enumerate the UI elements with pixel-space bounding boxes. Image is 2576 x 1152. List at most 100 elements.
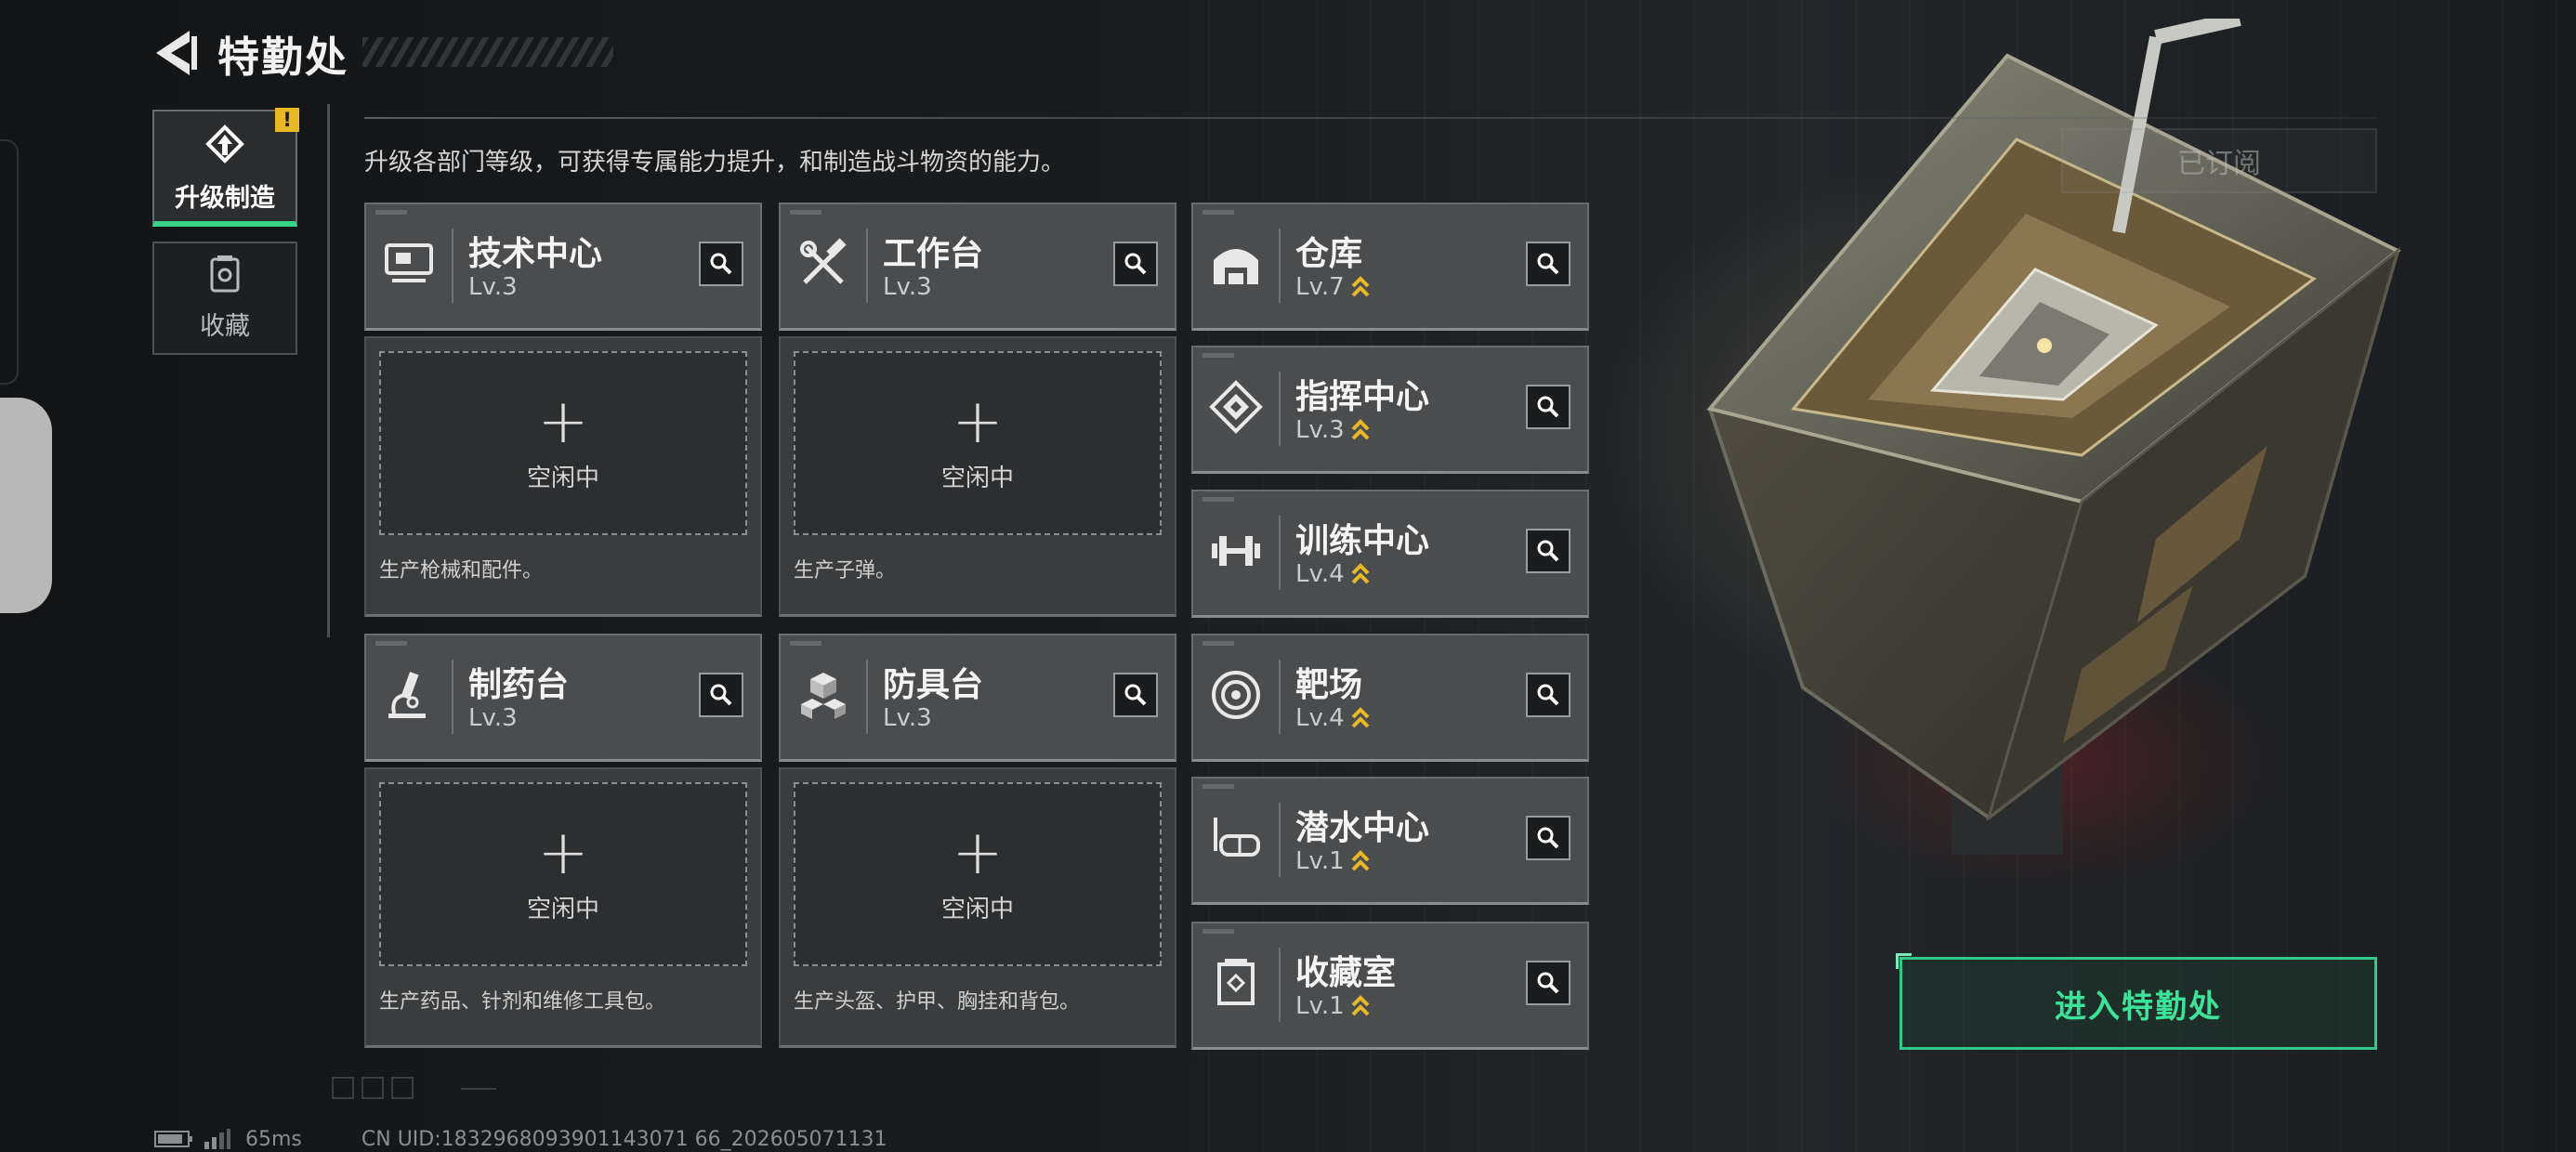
card-tag — [1203, 210, 1234, 215]
search-button[interactable] — [1526, 673, 1571, 717]
department-card-armor[interactable]: 防具台 Lv.3 — [779, 634, 1176, 762]
search-button[interactable] — [1526, 816, 1571, 860]
search-button[interactable] — [1113, 673, 1158, 717]
department-card-pharmacy[interactable]: 制药台 Lv.3 — [364, 634, 762, 762]
warehouse-icon — [1214, 249, 1258, 284]
department-level: Lv.4 — [1295, 560, 1371, 588]
back-arrow-icon[interactable] — [152, 27, 199, 79]
search-icon — [1537, 396, 1559, 418]
card-separator — [1279, 372, 1281, 446]
level-text: Lv.1 — [1295, 992, 1345, 1020]
level-text: Lv.7 — [1295, 273, 1345, 301]
level-text: Lv.3 — [883, 273, 932, 301]
card-tag — [1203, 641, 1234, 646]
tab-label: 收藏 — [200, 312, 250, 341]
upgrade-available-icon — [1351, 276, 1370, 297]
page-header: 特勤处 — [152, 20, 348, 85]
search-button[interactable] — [1113, 242, 1158, 286]
page-title: 特勤处 — [217, 32, 349, 82]
search-icon — [1124, 684, 1147, 706]
department-card-warehouse[interactable]: 仓库 Lv.7 — [1191, 203, 1589, 331]
command-center-icon — [1209, 380, 1263, 434]
search-icon — [710, 684, 732, 706]
production-slot[interactable]: + 空闲中 — [379, 782, 747, 966]
production-description: 生产枪械和配件。 — [379, 559, 544, 583]
department-level: Lv.1 — [1295, 847, 1371, 875]
collection-case-icon — [210, 255, 240, 293]
card-tag — [1203, 353, 1234, 358]
department-level: Lv.4 — [1295, 704, 1371, 732]
department-name: 制药台 — [468, 666, 570, 704]
card-tag — [790, 210, 821, 215]
search-button[interactable] — [1526, 529, 1571, 573]
card-separator — [1279, 948, 1281, 1022]
upgrade-available-icon — [1351, 707, 1370, 728]
upgrade-gear-icon — [205, 124, 244, 164]
department-name: 技术中心 — [468, 235, 603, 273]
upgrade-available-icon — [1351, 995, 1370, 1016]
department-card-workbench[interactable]: 工作台 Lv.3 — [779, 203, 1176, 331]
search-icon — [1537, 972, 1559, 994]
search-icon — [1124, 253, 1147, 275]
department-name: 工作台 — [883, 235, 984, 273]
latency-text: 65ms — [245, 1127, 302, 1151]
slot-status: 空闲中 — [526, 464, 599, 492]
department-card-diving-center[interactable]: 潜水中心 Lv.1 — [1191, 777, 1589, 905]
card-tag — [1203, 929, 1234, 934]
slot-status: 空闲中 — [940, 464, 1014, 492]
signal-icon — [204, 1129, 230, 1149]
plus-icon: + — [952, 385, 1004, 457]
plus-icon: + — [952, 816, 1004, 888]
tab-collection[interactable]: 收藏 — [152, 242, 297, 355]
diving-mask-icon — [1214, 818, 1260, 857]
production-slot[interactable]: + 空闲中 — [794, 351, 1162, 535]
hud-decoration — [332, 1077, 496, 1099]
level-text: Lv.3 — [468, 704, 518, 732]
department-name: 仓库 — [1295, 235, 1363, 273]
production-panel-workbench: + 空闲中 生产子弹。 — [779, 336, 1176, 617]
card-separator — [1279, 803, 1281, 877]
department-card-command-center[interactable]: 指挥中心 Lv.3 — [1191, 346, 1589, 474]
department-name: 潜水中心 — [1295, 809, 1430, 847]
top-divider — [364, 117, 2377, 119]
collection-room-icon — [1217, 959, 1255, 1005]
production-slot[interactable]: + 空闲中 — [794, 782, 1162, 966]
upgrade-available-icon — [1351, 563, 1370, 584]
upgrade-available-icon — [1351, 850, 1370, 871]
enter-special-ops-button[interactable]: 进入特勤处 — [1899, 957, 2377, 1050]
status-footer: 65ms CN UID:1832968093901143071 66_20260… — [154, 1126, 887, 1152]
department-card-training-center[interactable]: 训练中心 Lv.4 — [1191, 490, 1589, 618]
production-slot[interactable]: + 空闲中 — [379, 351, 747, 535]
card-separator — [1279, 229, 1281, 303]
search-button[interactable] — [1526, 961, 1571, 1005]
search-button[interactable] — [1526, 242, 1571, 286]
upgrade-available-icon — [1351, 419, 1370, 440]
department-card-collection-room[interactable]: 收藏室 Lv.1 — [1191, 922, 1589, 1050]
card-separator — [1279, 660, 1281, 734]
search-icon — [1537, 684, 1559, 706]
department-level: Lv.1 — [1295, 992, 1371, 1020]
card-tag — [375, 210, 407, 215]
card-tag — [1203, 497, 1234, 502]
department-name: 训练中心 — [1295, 522, 1430, 560]
level-text: Lv.3 — [1295, 416, 1345, 444]
uid-text: CN UID:1832968093901143071 66_2026050711… — [361, 1127, 887, 1151]
target-range-icon — [1212, 671, 1260, 719]
workbench-tools-icon — [800, 238, 847, 284]
department-card-tech-center[interactable]: 技术中心 Lv.3 — [364, 203, 762, 331]
slot-status: 空闲中 — [526, 895, 599, 923]
department-level: Lv.3 — [468, 273, 518, 301]
device-edge — [0, 139, 19, 385]
card-separator — [866, 660, 868, 734]
search-button[interactable] — [1526, 385, 1571, 429]
production-description: 生产子弹。 — [794, 559, 897, 583]
search-button[interactable] — [699, 242, 743, 286]
department-card-shooting-range[interactable]: 靶场 Lv.4 — [1191, 634, 1589, 762]
level-text: Lv.4 — [1295, 704, 1345, 732]
card-separator — [866, 229, 868, 303]
production-description: 生产头盔、护甲、胸挂和背包。 — [794, 990, 1081, 1014]
sidebar-divider — [327, 104, 330, 637]
search-button[interactable] — [699, 673, 743, 717]
tech-center-icon — [385, 243, 433, 282]
subscribed-button[interactable]: 已订阅 — [2061, 128, 2377, 193]
